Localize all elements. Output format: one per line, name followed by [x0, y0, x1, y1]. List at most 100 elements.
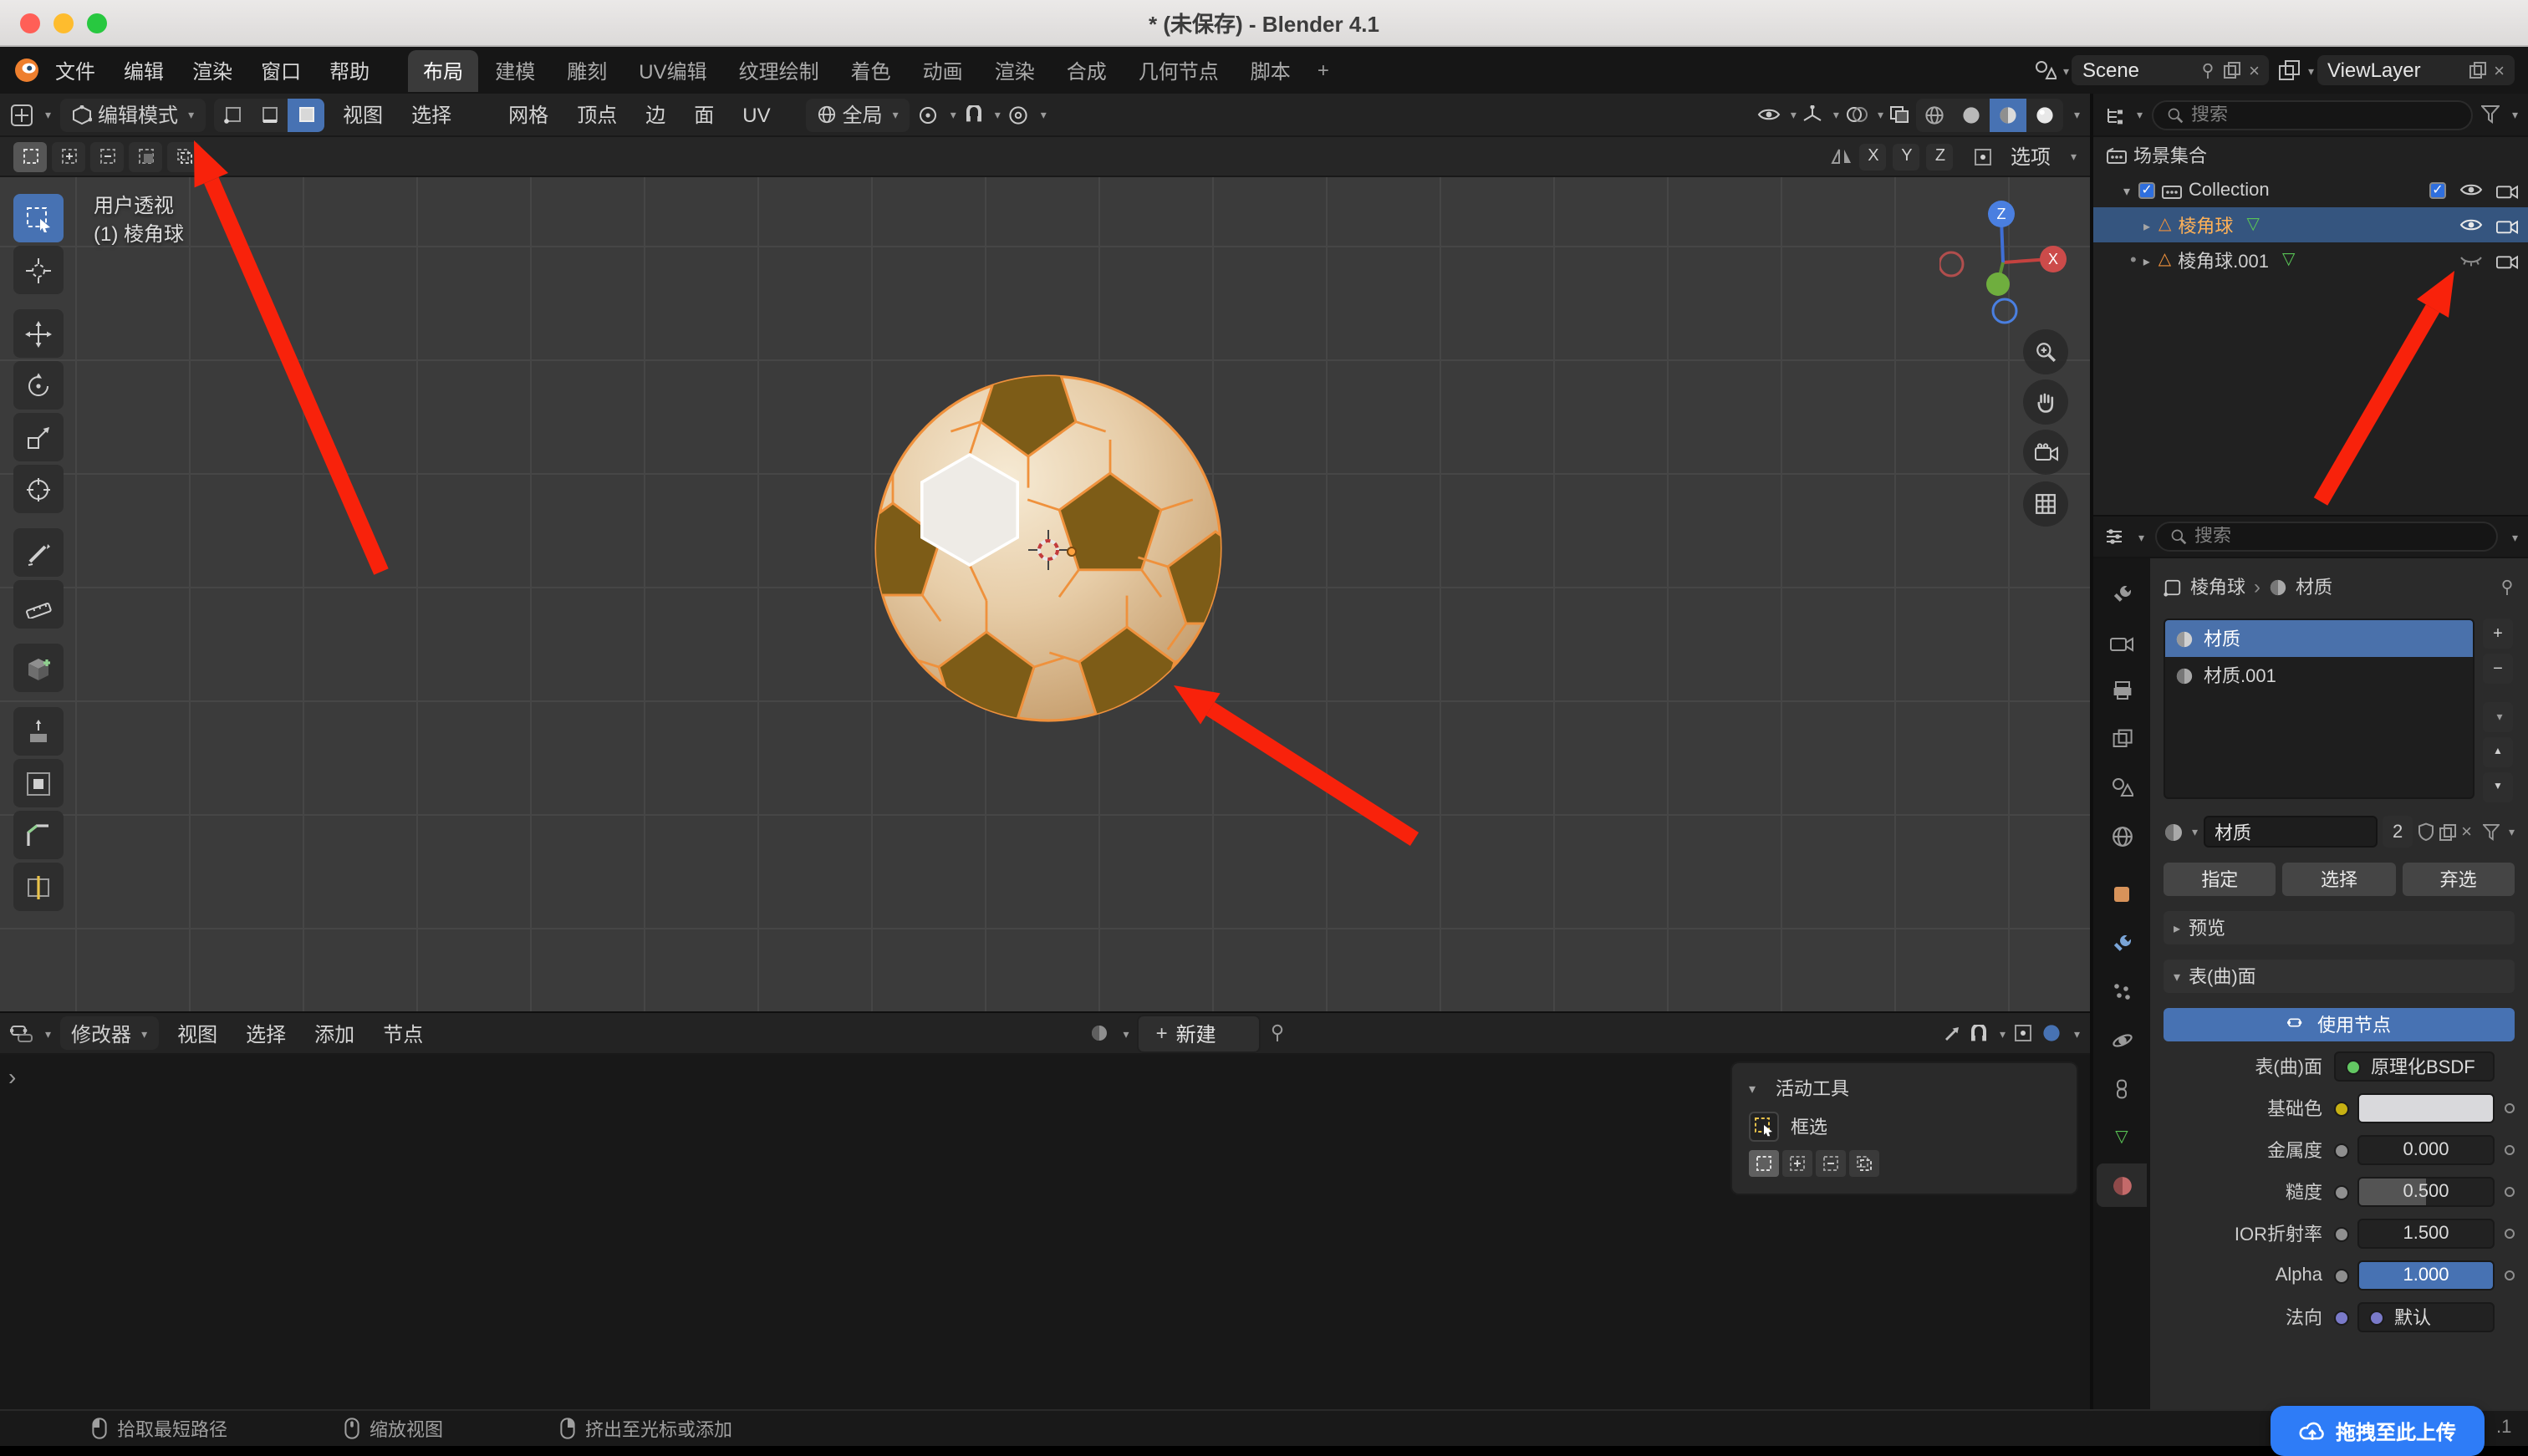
- copy-icon[interactable]: [2469, 62, 2486, 79]
- properties-tab-output[interactable]: [2097, 669, 2147, 712]
- chevron-down-icon[interactable]: [947, 103, 956, 126]
- editor-type-nodes-icon[interactable]: [10, 1023, 33, 1043]
- edge-select-button[interactable]: [251, 98, 288, 131]
- tool-annotate[interactable]: [13, 528, 64, 577]
- menu-edge[interactable]: 边: [635, 97, 675, 132]
- properties-search-input[interactable]: [2194, 527, 2484, 547]
- select-mode-subtract-button[interactable]: [90, 141, 124, 171]
- workspace-tab-uv[interactable]: UV编辑: [624, 49, 721, 91]
- assign-button[interactable]: 指定: [2164, 863, 2276, 896]
- chevron-down-icon[interactable]: [2305, 59, 2314, 82]
- node-editor-canvas[interactable]: 活动工具 框选: [0, 1055, 2090, 1409]
- menu-mesh[interactable]: 网格: [498, 97, 558, 132]
- vertex-select-button[interactable]: [214, 98, 251, 131]
- chevron-down-icon[interactable]: [2505, 822, 2515, 842]
- pin-icon[interactable]: [1270, 1023, 1287, 1043]
- ortho-perspective-button[interactable]: [2023, 481, 2068, 527]
- filter-funnel-icon[interactable]: [2483, 823, 2500, 840]
- menu-view[interactable]: 视图: [333, 97, 393, 132]
- animate-decorator-icon[interactable]: [2505, 1145, 2515, 1155]
- pin-icon[interactable]: [2200, 61, 2215, 79]
- collection-checkbox[interactable]: ✓: [2138, 181, 2156, 198]
- menu-file[interactable]: 文件: [42, 51, 109, 89]
- expand-icon[interactable]: [2143, 250, 2158, 270]
- workspace-tab-animation[interactable]: 动画: [908, 49, 978, 91]
- render-visibility-camera-icon[interactable]: [2496, 216, 2518, 233]
- fake-user-shield-icon[interactable]: [2418, 822, 2434, 841]
- filter-funnel-icon[interactable]: [2481, 105, 2500, 124]
- tool-inset-faces[interactable]: [13, 759, 64, 807]
- browse-material-icon[interactable]: [2164, 822, 2184, 842]
- expand-icon[interactable]: [2143, 215, 2158, 235]
- browse-material-icon[interactable]: [1090, 1023, 1112, 1043]
- menu-node-view[interactable]: 视图: [167, 1016, 227, 1051]
- outliner-search-input[interactable]: [2191, 104, 2459, 125]
- menu-face[interactable]: 面: [684, 97, 724, 132]
- move-slot-down-button[interactable]: [2483, 772, 2513, 802]
- eye-icon[interactable]: [2459, 217, 2483, 232]
- snap-magnet-icon[interactable]: [1970, 1024, 1988, 1042]
- tool-scale[interactable]: [13, 413, 64, 461]
- shader-type-dropdown[interactable]: 修改器: [59, 1016, 160, 1050]
- outliner-row-mesh-selected[interactable]: △ 棱角球 ▽: [2093, 207, 2528, 242]
- expand-icon[interactable]: [2123, 180, 2138, 200]
- material-slot-row[interactable]: 材质: [2165, 620, 2473, 657]
- overlays-toggle-icon[interactable]: [1846, 105, 1868, 124]
- workspace-tab-modeling[interactable]: 建模: [480, 49, 550, 91]
- chevron-down-icon[interactable]: [2509, 525, 2518, 548]
- shading-solid-button[interactable]: [1954, 98, 1990, 131]
- menu-node-node[interactable]: 节点: [373, 1016, 433, 1051]
- use-nodes-button[interactable]: 使用节点: [2164, 1008, 2515, 1041]
- render-visibility-camera-icon[interactable]: [2496, 252, 2518, 268]
- render-visibility-camera-icon[interactable]: [2496, 181, 2518, 198]
- new-material-button[interactable]: 新建: [1137, 1014, 1261, 1052]
- xray-toggle-icon[interactable]: [1890, 105, 1910, 124]
- outliner-search[interactable]: [2151, 99, 2474, 130]
- mirror-x-toggle[interactable]: X: [1859, 143, 1887, 170]
- duplicate-material-icon[interactable]: [2439, 823, 2457, 840]
- macos-minimize-button[interactable]: [54, 13, 74, 33]
- mode-extend-button[interactable]: [1782, 1150, 1812, 1177]
- material-name-input[interactable]: [2203, 816, 2378, 848]
- snap-target-icon[interactable]: [2014, 1023, 2034, 1043]
- select-button[interactable]: 选择: [2282, 863, 2396, 896]
- properties-tab-tool[interactable]: [2097, 572, 2147, 615]
- chevron-down-icon[interactable]: [2509, 103, 2518, 126]
- alpha-slider[interactable]: 1.000: [2357, 1260, 2495, 1291]
- view-layer-icon[interactable]: [2279, 60, 2301, 80]
- unlink-material-icon[interactable]: [2461, 822, 2472, 842]
- animate-decorator-icon[interactable]: [2505, 1270, 2515, 1280]
- menu-select[interactable]: 选择: [401, 97, 461, 132]
- chevron-down-icon[interactable]: [1874, 103, 1883, 126]
- orientation-dropdown[interactable]: 全局: [805, 98, 910, 131]
- properties-tab-constraints[interactable]: [2097, 1067, 2147, 1110]
- chevron-down-icon[interactable]: [991, 103, 1001, 126]
- select-mode-invert-button[interactable]: [129, 141, 162, 171]
- upload-drop-button[interactable]: 拖拽至此上传: [2271, 1406, 2485, 1456]
- proportional-edit-icon[interactable]: [1009, 104, 1029, 125]
- active-tool-panel-header[interactable]: 活动工具: [1732, 1070, 2077, 1107]
- outliner-row-mesh-hidden[interactable]: △ 棱角球.001 ▽: [2093, 242, 2528, 277]
- mode-intersect-button[interactable]: [1849, 1150, 1879, 1177]
- ior-slider[interactable]: 1.500: [2357, 1219, 2495, 1249]
- mode-dropdown[interactable]: 编辑模式: [59, 98, 206, 131]
- camera-view-button[interactable]: [2023, 430, 2068, 475]
- tool-rotate[interactable]: [13, 361, 64, 410]
- navigation-gizmo[interactable]: Z X: [1939, 199, 2067, 326]
- pan-hand-button[interactable]: [2023, 379, 2068, 425]
- mirror-y-toggle[interactable]: Y: [1893, 143, 1920, 170]
- workspace-tab-texture-paint[interactable]: 纹理绘制: [724, 49, 834, 91]
- tool-add-cube[interactable]: [13, 644, 64, 692]
- pivot-point-icon[interactable]: [919, 104, 939, 125]
- users-count-badge[interactable]: 2: [2383, 816, 2413, 848]
- properties-tab-world[interactable]: [2097, 814, 2147, 858]
- select-mode-extend-button[interactable]: [52, 141, 85, 171]
- close-icon[interactable]: [2249, 59, 2260, 82]
- macos-close-button[interactable]: [20, 13, 40, 33]
- snap-base-icon[interactable]: [1974, 146, 1994, 166]
- animate-decorator-icon[interactable]: [2505, 1229, 2515, 1239]
- select-mode-intersect-button[interactable]: [167, 141, 201, 171]
- slot-specials-button[interactable]: [2483, 702, 2513, 732]
- mirror-icon[interactable]: [1832, 147, 1853, 165]
- properties-tab-physics[interactable]: [2097, 1018, 2147, 1061]
